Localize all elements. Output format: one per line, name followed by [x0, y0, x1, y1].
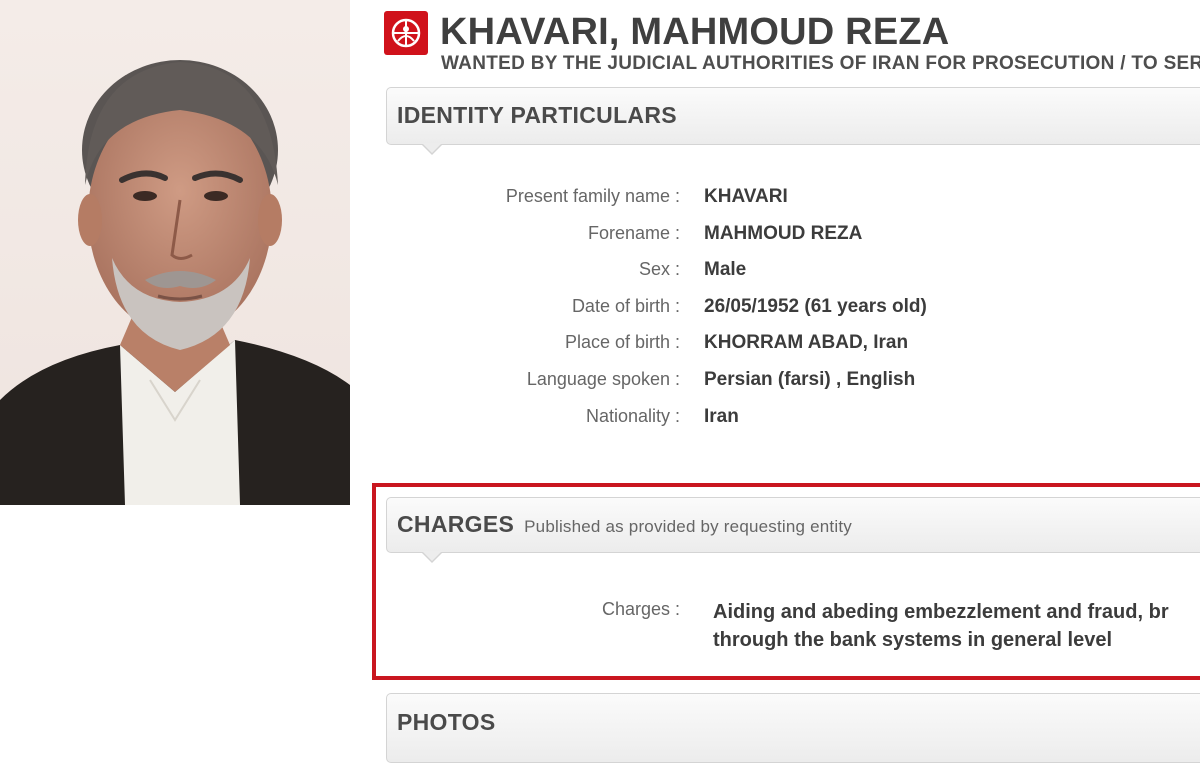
- particular-colon: :: [675, 222, 681, 243]
- particular-colon: :: [675, 186, 681, 206]
- particular-colon: :: [675, 259, 681, 280]
- particular-row-place-of-birth: Place of birth : KHORRAM ABAD, Iran: [440, 328, 1200, 365]
- particular-value: KHORRAM ABAD, Iran: [704, 332, 909, 354]
- particular-colon: :: [675, 368, 681, 389]
- photos-section-title: PHOTOS: [397, 709, 496, 735]
- charges-description-line-1: Aiding and abeding embezzlement and frau…: [713, 601, 1169, 623]
- particular-value: Persian (farsi) , English: [704, 368, 916, 390]
- charges-description: Aiding and abeding embezzlement and frau…: [713, 598, 1200, 654]
- particular-row-nationality: Nationality : Iran: [440, 402, 1200, 439]
- charges-label: Charges: [601, 599, 670, 619]
- particular-colon: :: [675, 295, 681, 316]
- particular-colon: :: [675, 405, 681, 426]
- particular-value: KHAVARI: [704, 186, 788, 207]
- particular-value: MAHMOUD REZA: [704, 222, 863, 244]
- particular-row-sex: Sex : Male: [440, 255, 1200, 292]
- particular-row-language: Language spoken : Persian (farsi) , Engl…: [440, 365, 1200, 402]
- page-title: KHAVARI, MAHMOUD REZA: [440, 11, 950, 53]
- charges-colon: :: [675, 599, 681, 619]
- particular-label: Present family name: [505, 186, 670, 206]
- particular-label: Nationality: [585, 405, 670, 426]
- interpol-emblem-icon: [384, 11, 428, 55]
- particular-colon: :: [675, 332, 681, 353]
- particular-value: Iran: [704, 405, 739, 427]
- particular-label: Place of birth: [564, 332, 670, 353]
- photos-section-header[interactable]: PHOTOS: [386, 693, 1200, 763]
- particular-label: Forename: [587, 222, 670, 243]
- charges-section-title: CHARGES Published as provided by requesti…: [397, 511, 852, 538]
- particular-row-forename: Forename : MAHMOUD REZA: [440, 219, 1200, 256]
- identity-section-title: IDENTITY PARTICULARS: [397, 102, 677, 128]
- particular-row-date-of-birth: Date of birth : 26/05/1952 (61 years old…: [440, 292, 1200, 329]
- identity-section-header: IDENTITY PARTICULARS: [386, 87, 1200, 155]
- portrait-photo: [0, 0, 350, 505]
- charges-description-line-2: through the bank systems in general leve…: [713, 629, 1113, 651]
- section-pointer-icon: [421, 551, 443, 563]
- particular-label: Date of birth: [571, 295, 670, 316]
- particular-row-family-name: Present family name : KHAVARI: [440, 182, 1200, 219]
- particular-label: Language spoken: [526, 368, 670, 389]
- wanted-subtitle: WANTED BY THE JUDICIAL AUTHORITIES OF IR…: [441, 53, 1200, 74]
- particular-label: Sex: [638, 259, 670, 280]
- charges-section-note: Published as provided by requesting enti…: [524, 517, 852, 536]
- identity-particulars-list: Present family name : KHAVARI Forename :…: [440, 182, 1200, 438]
- particular-value: 26/05/1952 (61 years old): [704, 295, 927, 317]
- particular-value: Male: [704, 259, 747, 281]
- section-pointer-icon: [421, 143, 443, 155]
- charges-title-text: CHARGES: [397, 511, 515, 537]
- charges-section-header: CHARGES Published as provided by requesti…: [386, 497, 1200, 563]
